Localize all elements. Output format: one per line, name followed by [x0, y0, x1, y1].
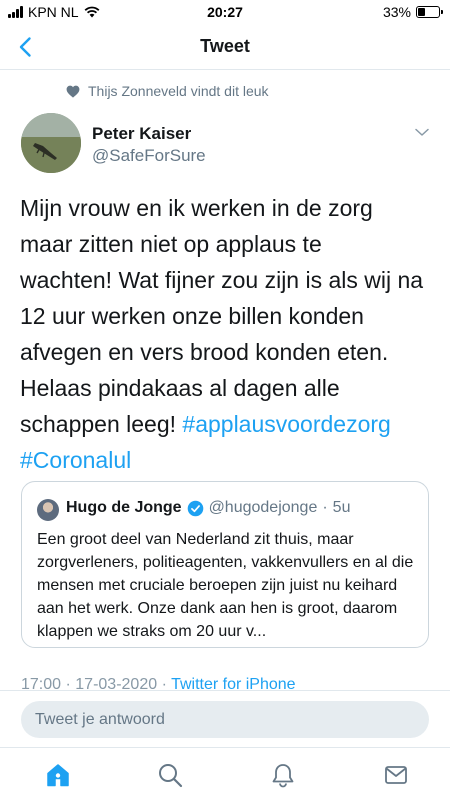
- hashtag-coronalul[interactable]: #Coronalul: [20, 447, 131, 473]
- quoted-author-handle: @hugodejonge: [208, 499, 318, 516]
- author-name[interactable]: Peter Kaiser: [92, 124, 191, 144]
- page-title: Tweet: [200, 36, 250, 56]
- avatar-image: [21, 113, 81, 173]
- reply-bar: [0, 690, 450, 747]
- navigation-bar: Tweet: [0, 26, 450, 70]
- status-bar: KPN NL 20:27 33%: [0, 0, 450, 26]
- tweet-text-line: maar zitten niet op applaus te: [20, 231, 322, 257]
- tab-bar: [0, 747, 450, 800]
- tweet-text-segment: schappen leeg!: [20, 411, 183, 437]
- quoted-tweet[interactable]: Hugo de Jonge @hugodejonge · 5u Een groo…: [21, 481, 429, 648]
- tweet-text-line: Mijn vrouw en ik werken in de zorg: [20, 195, 373, 221]
- search-icon: [159, 764, 183, 788]
- quoted-tweet-age: 5u: [332, 499, 351, 516]
- social-context: Thijs Zonneveld vindt dit leuk: [66, 83, 269, 99]
- verified-badge-icon: [187, 500, 203, 516]
- tweet-text-line: afvegen en vers brood konden eten.: [20, 339, 389, 365]
- author-avatar[interactable]: [21, 113, 81, 173]
- chevron-down-icon: [415, 128, 429, 136]
- tweet-text-line: wachten! Wat fijner zou zijn is als wij …: [20, 267, 424, 293]
- tab-home[interactable]: [45, 762, 71, 788]
- social-context-label: Thijs Zonneveld vindt dit leuk: [88, 83, 269, 99]
- tab-messages[interactable]: [383, 762, 409, 788]
- notifications-icon: [272, 764, 294, 788]
- status-right: 33%: [382, 4, 443, 20]
- quoted-author-avatar: [37, 499, 59, 521]
- messages-icon: [385, 766, 407, 784]
- tweet-text-line: Helaas pindakaas al dagen alle: [20, 375, 340, 401]
- reply-input[interactable]: [21, 701, 429, 738]
- battery-icon: [416, 6, 443, 18]
- quoted-tweet-header: Hugo de Jonge @hugodejonge · 5u: [66, 499, 350, 517]
- tweet-text-line: 12 uur werken onze billen konden: [20, 303, 364, 329]
- tab-search[interactable]: [157, 762, 183, 788]
- more-options-button[interactable]: [414, 124, 430, 140]
- tab-notifications[interactable]: [270, 762, 296, 788]
- quoted-author-name: Hugo de Jonge: [66, 499, 182, 516]
- tweet-text-line: schappen leeg! #applausvoordezorg: [20, 406, 432, 442]
- hashtag-applausvoordezorg[interactable]: #applausvoordezorg: [182, 411, 390, 437]
- battery-fill: [418, 8, 425, 16]
- battery-percentage: 33%: [382, 4, 411, 20]
- quoted-separator: ·: [322, 499, 328, 516]
- tweet-text-line: #Coronalul: [20, 442, 432, 478]
- heart-icon: [66, 85, 80, 98]
- quoted-tweet-text: Een groot deel van Nederland zit thuis, …: [37, 531, 414, 640]
- tweet-text: Mijn vrouw en ik werken in de zorg maar …: [20, 190, 432, 478]
- author-handle[interactable]: @SafeForSure: [92, 146, 206, 166]
